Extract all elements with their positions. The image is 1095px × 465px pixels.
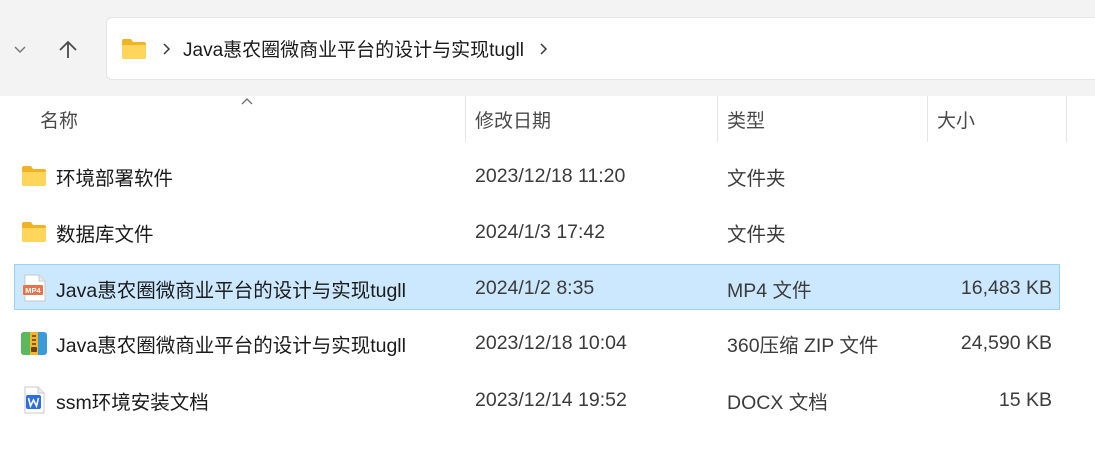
file-type: 文件夹 bbox=[727, 223, 786, 246]
file-name: 环境部署软件 bbox=[56, 167, 174, 190]
file-row[interactable]: Java惠农圈微商业平台的设计与实现tugll 2023/12/18 10:04… bbox=[14, 320, 1060, 366]
file-type: DOCX 文档 bbox=[727, 391, 828, 414]
folder-icon bbox=[122, 38, 146, 59]
breadcrumb-current-folder[interactable]: Java惠农圈微商业平台的设计与实现tugll bbox=[183, 35, 524, 62]
file-name: Java惠农圈微商业平台的设计与实现tugll bbox=[56, 279, 406, 302]
column-header-name[interactable]: 名称 bbox=[40, 96, 78, 142]
file-name: ssm环境安装文档 bbox=[56, 391, 209, 414]
column-divider[interactable] bbox=[465, 96, 466, 142]
file-date-modified: 2023/12/14 19:52 bbox=[475, 388, 627, 411]
svg-text:MP4: MP4 bbox=[25, 286, 41, 295]
column-divider[interactable] bbox=[1066, 96, 1067, 142]
folder-icon bbox=[22, 166, 46, 186]
column-divider[interactable] bbox=[717, 96, 718, 142]
file-row[interactable]: 数据库文件 2024/1/3 17:42 文件夹 bbox=[14, 209, 1060, 255]
file-size: 24,590 KB bbox=[960, 331, 1052, 354]
file-date-modified: 2023/12/18 10:04 bbox=[475, 331, 627, 354]
file-type: 文件夹 bbox=[727, 167, 786, 190]
breadcrumb-expand-icon[interactable] bbox=[538, 42, 548, 56]
mp4-file-icon: MP4 bbox=[23, 274, 46, 302]
column-header-row: 名称 修改日期 类型 大小 bbox=[0, 96, 1095, 142]
file-date-modified: 2023/12/18 11:20 bbox=[475, 164, 626, 187]
file-row[interactable]: 环境部署软件 2023/12/18 11:20 文件夹 bbox=[14, 153, 1060, 199]
file-name: 数据库文件 bbox=[56, 223, 154, 246]
zip-archive-icon bbox=[21, 332, 47, 355]
file-type: MP4 文件 bbox=[727, 279, 812, 302]
file-date-modified: 2024/1/3 17:42 bbox=[475, 220, 606, 243]
file-date-modified: 2024/1/2 8:35 bbox=[475, 276, 595, 299]
column-header-date-modified[interactable]: 修改日期 bbox=[475, 96, 551, 142]
arrow-up-icon bbox=[59, 40, 77, 58]
address-bar[interactable]: Java惠农圈微商业平台的设计与实现tugll bbox=[106, 17, 1095, 80]
navigation-bar: Java惠农圈微商业平台的设计与实现tugll bbox=[0, 0, 1095, 96]
file-name: Java惠农圈微商业平台的设计与实现tugll bbox=[56, 334, 406, 357]
up-button[interactable] bbox=[48, 27, 88, 73]
file-size: 15 KB bbox=[998, 388, 1052, 411]
breadcrumb-separator-icon[interactable] bbox=[161, 42, 171, 56]
chevron-down-icon bbox=[14, 46, 26, 54]
file-row-selected[interactable]: MP4 Java惠农圈微商业平台的设计与实现tugll 2024/1/2 8:3… bbox=[14, 264, 1060, 310]
column-header-size[interactable]: 大小 bbox=[937, 96, 975, 142]
file-size: 16,483 KB bbox=[960, 276, 1052, 299]
file-type: 360压缩 ZIP 文件 bbox=[727, 334, 879, 357]
column-header-type[interactable]: 类型 bbox=[727, 96, 765, 142]
recent-locations-button[interactable] bbox=[0, 27, 40, 73]
file-row[interactable]: ssm环境安装文档 2023/12/14 19:52 DOCX 文档 15 KB bbox=[14, 377, 1060, 423]
column-divider[interactable] bbox=[927, 96, 928, 142]
docx-file-icon bbox=[24, 386, 45, 414]
folder-icon bbox=[22, 222, 46, 242]
